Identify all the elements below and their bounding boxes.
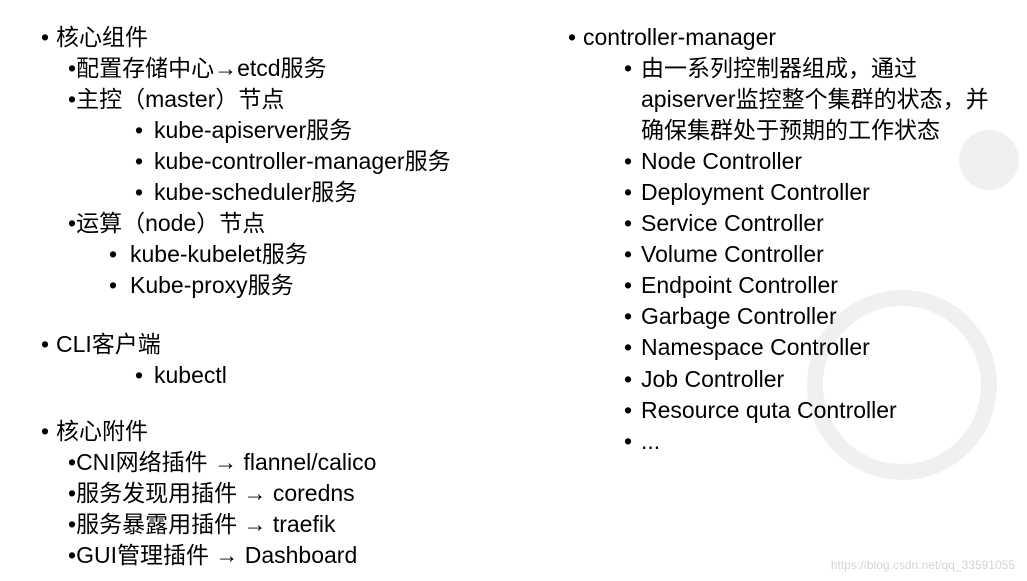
list-item: •kubectl [34, 360, 555, 391]
section-title: 核心组件 [56, 22, 555, 53]
list-item: •Resource quta Controller [561, 395, 1025, 426]
list-item: •Node Controller [561, 146, 1025, 177]
list-item: •服务暴露用插件 → traefik [34, 509, 555, 540]
list-item: •运算（node）节点 [34, 208, 555, 239]
list-item: •CNI网络插件 → flannel/calico [34, 447, 555, 478]
list-item: •kube-scheduler服务 [34, 177, 555, 208]
list-item: •Service Controller [561, 208, 1025, 239]
list-item: • controller-manager [561, 22, 1025, 53]
list-item: •Job Controller [561, 364, 1025, 395]
left-column: • 核心组件 •配置存储中心→etcd服务 •主控（master）节点 •kub… [0, 22, 555, 571]
list-item: • CLI客户端 [34, 329, 555, 360]
list-item: •Volume Controller [561, 239, 1025, 270]
section-title: 核心附件 [56, 416, 555, 447]
list-item: • 核心附件 [34, 416, 555, 447]
list-item: •Deployment Controller [561, 177, 1025, 208]
list-item: •kube-controller-manager服务 [34, 146, 555, 177]
list-item: •主控（master）节点 [34, 84, 555, 115]
list-item: • 核心组件 [34, 22, 555, 53]
list-item: •Endpoint Controller [561, 270, 1025, 301]
section-title: CLI客户端 [56, 329, 555, 360]
list-item: •kube-apiserver服务 [34, 115, 555, 146]
list-item: •Kube-proxy服务 [34, 270, 555, 301]
list-item: •Namespace Controller [561, 332, 1025, 363]
list-item: •服务发现用插件 → coredns [34, 478, 555, 509]
list-item: •配置存储中心→etcd服务 [34, 53, 555, 84]
list-item: •Garbage Controller [561, 301, 1025, 332]
list-item: •GUI管理插件 → Dashboard [34, 540, 555, 571]
section-title: controller-manager [583, 22, 1025, 53]
right-column: • controller-manager •由一系列控制器组成，通过apiser… [555, 22, 1025, 571]
list-item: •由一系列控制器组成，通过apiserver监控整个集群的状态，并确保集群处于预… [561, 53, 1025, 146]
list-item: •kube-kubelet服务 [34, 239, 555, 270]
list-item: •... [561, 426, 1025, 457]
